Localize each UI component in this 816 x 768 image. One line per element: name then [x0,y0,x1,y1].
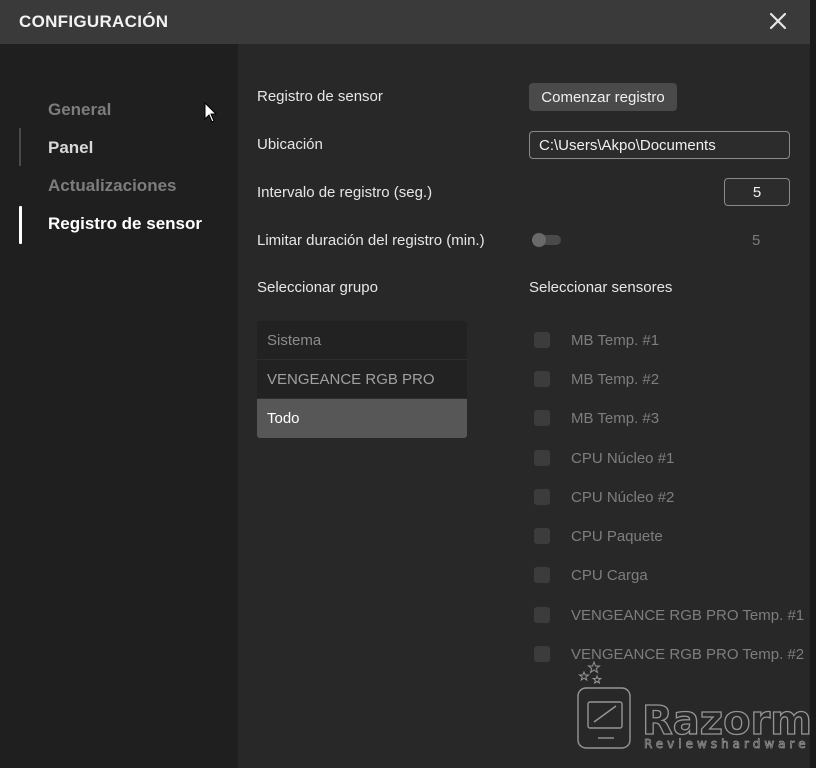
close-icon[interactable] [766,9,790,33]
select-group-title: Seleccionar grupo [257,279,378,296]
sensor-checkbox[interactable] [534,489,550,505]
sidebar-item-updates[interactable]: Actualizaciones [48,176,177,196]
sensor-checkbox[interactable] [534,567,550,583]
mouse-cursor-icon [204,102,218,123]
sidebar-item-panel[interactable]: Panel [48,138,93,158]
interval-input[interactable] [724,178,790,206]
sidebar-item-general[interactable]: General [48,100,111,120]
sensor-row: MB Temp. #3 [534,408,659,428]
sensor-checkbox[interactable] [534,332,550,348]
sensor-row: MB Temp. #2 [534,369,659,389]
sensor-label: MB Temp. #2 [571,370,660,388]
sensor-label: CPU Paquete [571,527,663,545]
sensor-label: CPU Núcleo #1 [571,449,675,467]
sensor-label: MB Temp. #1 [571,331,660,349]
sensor-row: VENGEANCE RGB PRO Temp. #1 [534,605,804,625]
group-item-todo[interactable]: Todo [257,399,467,438]
sensor-checkbox[interactable] [534,410,550,426]
razorman-watermark-logo: Razorman Reviewshardware [577,660,810,751]
sidebar-active-indicator [19,206,22,244]
window-title: CONFIGURACIÓN [19,12,169,31]
sensor-checkbox[interactable] [534,607,550,623]
group-list: Sistema VENGEANCE RGB PRO Todo [257,321,467,438]
limit-duration-value: 5 [752,232,761,249]
title-bar: CONFIGURACIÓN [0,0,810,44]
group-item-sistema[interactable]: Sistema [257,321,467,360]
sensor-log-label: Registro de sensor [257,88,383,105]
select-sensors-title: Seleccionar sensores [529,279,673,296]
sensor-checkbox[interactable] [534,371,550,387]
limit-duration-toggle[interactable] [532,233,561,247]
sensor-row: MB Temp. #1 [534,330,659,350]
window-edge [810,0,816,768]
sensor-checkbox[interactable] [534,450,550,466]
sensor-label: VENGEANCE RGB PRO Temp. #1 [571,606,805,624]
sensor-label: MB Temp. #3 [571,409,660,427]
start-log-button[interactable]: Comenzar registro [529,83,677,111]
sensor-row: CPU Carga [534,565,648,585]
sidebar: General Panel Actualizaciones Registro d… [0,44,238,768]
sensor-row: CPU Paquete [534,526,663,546]
group-item-vengeance[interactable]: VENGEANCE RGB PRO [257,360,467,399]
sensor-row: CPU Núcleo #2 [534,487,674,507]
location-label: Ubicación [257,136,323,153]
sensor-checkbox[interactable] [534,528,550,544]
sensor-label: CPU Núcleo #2 [571,488,675,506]
sensor-row: CPU Núcleo #1 [534,448,674,468]
watermark-tagline: Reviewshardware [644,737,810,751]
interval-label: Intervalo de registro (seg.) [257,184,433,201]
sensor-label: CPU Carga [571,566,648,584]
limit-duration-label: Limitar duración del registro (min.) [257,232,485,249]
stars-icon [577,660,603,685]
toggle-knob [532,233,546,247]
sidebar-rail [19,128,21,166]
monitor-icon [577,687,631,749]
sidebar-item-sensor-log[interactable]: Registro de sensor [48,214,202,234]
location-input[interactable] [529,131,790,159]
sensor-checkbox[interactable] [534,646,550,662]
